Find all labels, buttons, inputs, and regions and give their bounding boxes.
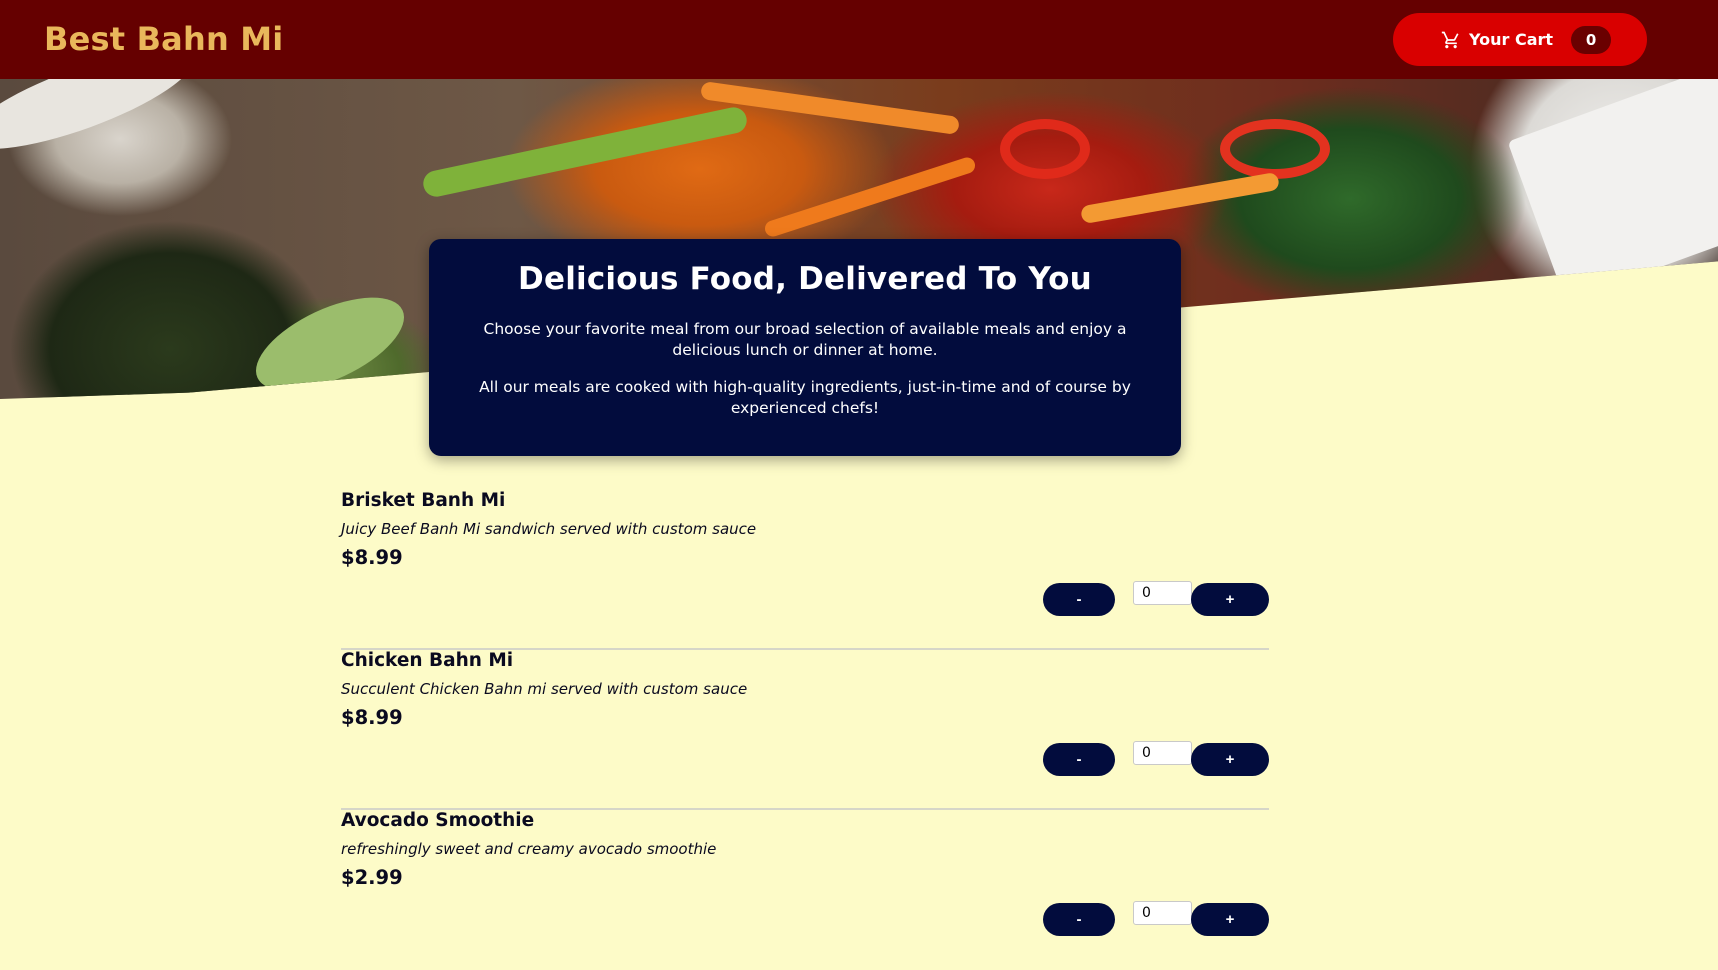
quantity-controls: - +: [1043, 741, 1269, 777]
meal-price: $8.99: [341, 706, 403, 729]
meal-name: Avocado Smoothie: [341, 810, 535, 831]
meals-list: Brisket Banh Mi Juicy Beef Banh Mi sandw…: [341, 490, 1269, 970]
hero-scallion-stripe: [420, 104, 750, 200]
intro-paragraph-1: Choose your favorite meal from our broad…: [483, 320, 1127, 359]
hero-pepper-ring: [1000, 119, 1090, 179]
meal-name: Brisket Banh Mi: [341, 490, 506, 511]
quantity-input[interactable]: [1133, 581, 1192, 605]
cart-label: Your Cart: [1469, 30, 1554, 49]
increase-quantity-button[interactable]: +: [1191, 583, 1269, 616]
hero-cucumber-slice: [242, 278, 418, 399]
quantity-controls: - +: [1043, 581, 1269, 617]
hero-plate-rim: [0, 79, 204, 169]
increase-quantity-button[interactable]: +: [1191, 743, 1269, 776]
your-cart-button[interactable]: Your Cart 0: [1393, 13, 1647, 66]
intro-card: Delicious Food, Delivered To You Choose …: [429, 239, 1181, 456]
intro-title: Delicious Food, Delivered To You: [518, 261, 1092, 297]
hero-carrot-stripe: [762, 155, 978, 239]
shopping-cart-icon: [1441, 30, 1461, 50]
cart-count-badge: 0: [1571, 25, 1612, 54]
increase-quantity-button[interactable]: +: [1191, 903, 1269, 936]
meal-item: Chicken Bahn Mi Succulent Chicken Bahn m…: [341, 650, 1269, 810]
meal-description: refreshingly sweet and creamy avocado sm…: [341, 840, 717, 858]
hero-pepper-ring: [1220, 119, 1330, 179]
decrease-quantity-button[interactable]: -: [1043, 903, 1115, 936]
quantity-input[interactable]: [1133, 901, 1192, 925]
brand-title: Best Bahn Mi: [44, 20, 284, 58]
hero-carrot-stripe: [1079, 171, 1281, 225]
hero-napkin: [1507, 79, 1718, 302]
meal-description: Juicy Beef Banh Mi sandwich served with …: [341, 520, 757, 538]
intro-paragraph-2: All our meals are cooked with high-quali…: [479, 378, 1131, 417]
quantity-controls: - +: [1043, 901, 1269, 937]
meal-item: Avocado Smoothie refreshingly sweet and …: [341, 810, 1269, 970]
meal-price: $2.99: [341, 866, 403, 889]
decrease-quantity-button[interactable]: -: [1043, 583, 1115, 616]
top-header: Best Bahn Mi Your Cart 0: [0, 0, 1718, 79]
quantity-input[interactable]: [1133, 741, 1192, 765]
meal-description: Succulent Chicken Bahn mi served with cu…: [341, 680, 748, 698]
meal-name: Chicken Bahn Mi: [341, 650, 514, 671]
decrease-quantity-button[interactable]: -: [1043, 743, 1115, 776]
meal-price: $8.99: [341, 546, 403, 569]
meal-item: Brisket Banh Mi Juicy Beef Banh Mi sandw…: [341, 490, 1269, 650]
